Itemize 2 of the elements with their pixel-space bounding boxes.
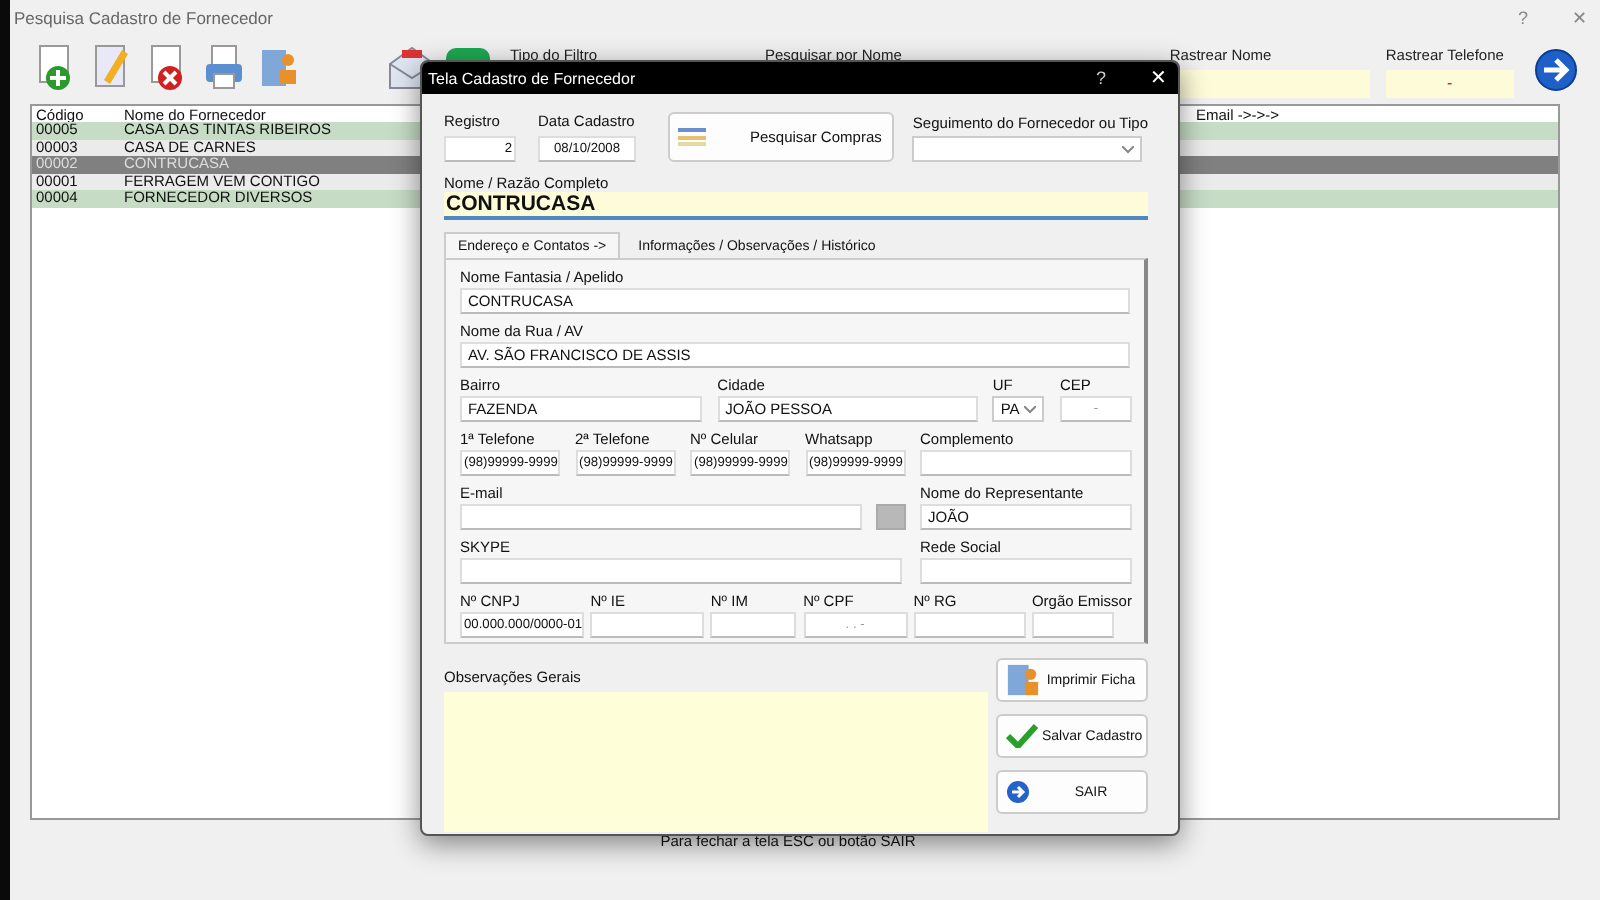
dialog-title: Tela Cadastro de Fornecedor bbox=[428, 69, 638, 87]
window-title: Pesquisa Cadastro de Fornecedor bbox=[14, 8, 275, 28]
